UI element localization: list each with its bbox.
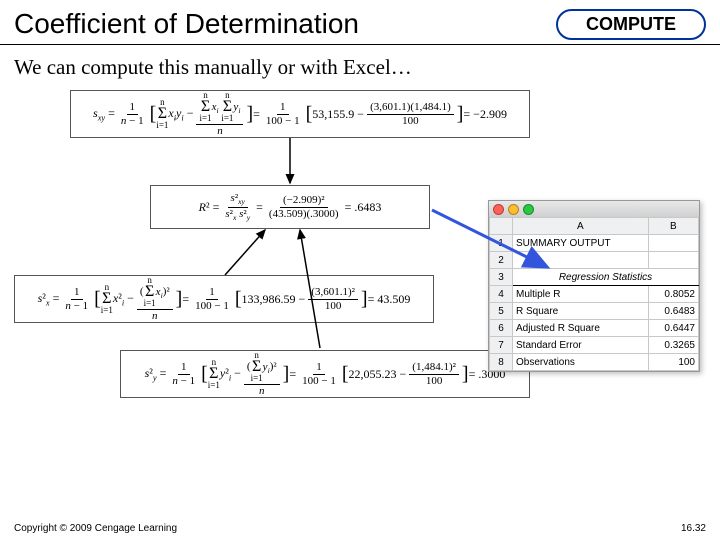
r2-result: = .6483 (345, 200, 382, 215)
table-row: 5R Square0.6483 (490, 303, 699, 320)
table-row: 8Observations100 (490, 354, 699, 371)
excel-window: A B 1SUMMARY OUTPUT 2 3Regression Statis… (488, 200, 700, 372)
col-corner (490, 218, 513, 235)
close-icon (493, 204, 504, 215)
table-row: 4Multiple R0.8052 (490, 286, 699, 303)
slide-title: Coefficient of Determination (14, 8, 556, 40)
excel-titlebar (489, 201, 699, 217)
minimize-icon (508, 204, 519, 215)
formula-sxy: sxy = 1n − 1 [ nΣi=1 xiyi − nΣi=1xi nΣi=… (70, 90, 530, 138)
table-row: 1SUMMARY OUTPUT (490, 235, 699, 252)
formula-sx2: s²x = 1n − 1 [ nΣi=1 x²i − (nΣi=1xi)²n ]… (14, 275, 434, 323)
slide-subtitle: We can compute this manually or with Exc… (0, 45, 720, 80)
table-row: 3Regression Statistics (490, 269, 699, 286)
zoom-icon (523, 204, 534, 215)
copyright-text: Copyright © 2009 Cengage Learning (14, 523, 177, 534)
sx2-result: = 43.509 (368, 292, 411, 307)
formula-canvas: sxy = 1n − 1 [ nΣi=1 xiyi − nΣi=1xi nΣi=… (0, 80, 720, 480)
col-b-header: B (648, 218, 698, 235)
slide-footer: Copyright © 2009 Cengage Learning 16.32 (14, 523, 706, 534)
slide-header: Coefficient of Determination COMPUTE (0, 0, 720, 45)
col-a-header: A (513, 218, 649, 235)
page-number: 16.32 (681, 523, 706, 534)
compute-badge: COMPUTE (556, 9, 706, 40)
table-row: 2 (490, 252, 699, 269)
formula-r2: R² = s²xys²x s²y = (−2.909)²(43.509)(.30… (150, 185, 430, 229)
table-row: 6Adjusted R Square0.6447 (490, 320, 699, 337)
excel-grid: A B 1SUMMARY OUTPUT 2 3Regression Statis… (489, 217, 699, 371)
formula-sy2: s²y = 1n − 1 [ nΣi=1 y²i − (nΣi=1yi)²n ]… (120, 350, 530, 398)
table-row: 7Standard Error0.3265 (490, 337, 699, 354)
arrow-sx2-to-r2 (225, 230, 265, 275)
sxy-result: = −2.909 (463, 107, 507, 122)
